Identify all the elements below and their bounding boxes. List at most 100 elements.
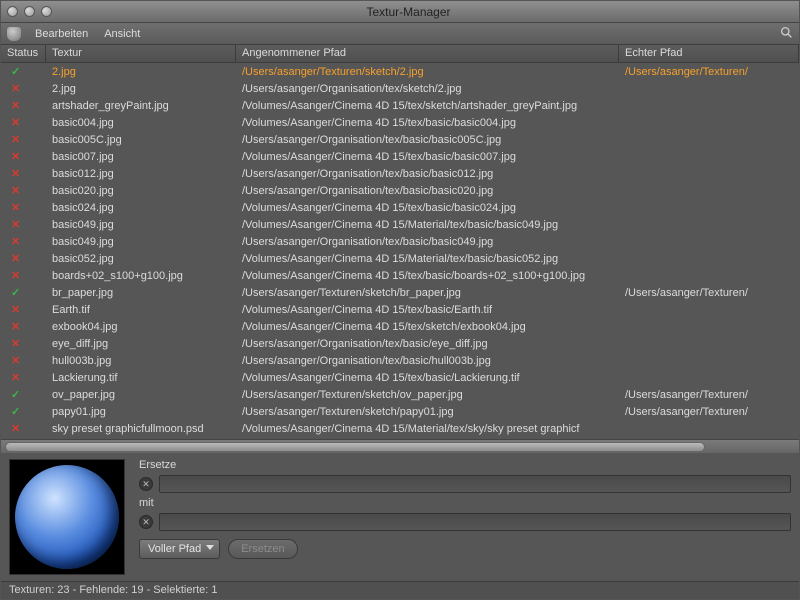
table-row[interactable]: ✕sky preset graphicfullmoon.psd/Volumes/… xyxy=(1,420,799,437)
status-cell: ✕ xyxy=(1,218,46,231)
col-real[interactable]: Echter Pfad xyxy=(619,45,799,62)
status-cell: ✕ xyxy=(1,116,46,129)
col-assumed[interactable]: Angenommener Pfad xyxy=(236,45,619,62)
table-row[interactable]: ✕basic007.jpg/Volumes/Asanger/Cinema 4D … xyxy=(1,148,799,165)
table-row[interactable]: ✕Lackierung.tif/Volumes/Asanger/Cinema 4… xyxy=(1,369,799,386)
texture-cell: basic004.jpg xyxy=(46,117,236,129)
status-cell: ✕ xyxy=(1,269,46,282)
cross-icon: ✕ xyxy=(11,150,20,163)
status-cell: ✕ xyxy=(1,422,46,435)
assumed-path-cell: /Volumes/Asanger/Cinema 4D 15/Material/t… xyxy=(236,423,619,435)
table-header: Status Textur Angenommener Pfad Echter P… xyxy=(1,45,799,63)
cross-icon: ✕ xyxy=(11,218,20,231)
status-cell: ✕ xyxy=(1,235,46,248)
assumed-path-cell: /Volumes/Asanger/Cinema 4D 15/tex/basic/… xyxy=(236,304,619,316)
table-row[interactable]: ✕basic012.jpg/Users/asanger/Organisation… xyxy=(1,165,799,182)
scrollbar-thumb[interactable] xyxy=(5,442,705,452)
assumed-path-cell: /Users/asanger/Organisation/tex/basic/ba… xyxy=(236,236,619,248)
path-mode-value: Voller Pfad xyxy=(148,543,201,555)
menu-edit[interactable]: Bearbeiten xyxy=(27,23,96,45)
table-row[interactable]: ✓ov_paper.jpg/Users/asanger/Texturen/ske… xyxy=(1,386,799,403)
status-cell: ✕ xyxy=(1,201,46,214)
replace-button[interactable]: Ersetzen xyxy=(228,539,297,559)
cross-icon: ✕ xyxy=(11,99,20,112)
assumed-path-cell: /Volumes/Asanger/Cinema 4D 15/tex/sketch… xyxy=(236,100,619,112)
check-icon: ✓ xyxy=(11,65,20,78)
cross-icon: ✕ xyxy=(11,82,20,95)
status-cell: ✕ xyxy=(1,167,46,180)
horizontal-scrollbar[interactable] xyxy=(1,439,799,453)
assumed-path-cell: /Users/asanger/Texturen/sketch/2.jpg xyxy=(236,66,619,78)
table-row[interactable]: ✕basic020.jpg/Users/asanger/Organisation… xyxy=(1,182,799,199)
assumed-path-cell: /Volumes/Asanger/Cinema 4D 15/tex/sketch… xyxy=(236,321,619,333)
status-cell: ✕ xyxy=(1,354,46,367)
check-icon: ✓ xyxy=(11,388,20,401)
assumed-path-cell: /Users/asanger/Texturen/sketch/ov_paper.… xyxy=(236,389,619,401)
real-path-cell: /Users/asanger/Texturen/ xyxy=(619,389,799,401)
cross-icon: ✕ xyxy=(11,320,20,333)
window: Textur-Manager Bearbeiten Ansicht Status… xyxy=(0,0,800,600)
table-row[interactable]: ✕basic024.jpg/Volumes/Asanger/Cinema 4D … xyxy=(1,199,799,216)
real-path-cell: /Users/asanger/Texturen/ xyxy=(619,66,799,78)
close-icon[interactable] xyxy=(7,6,18,17)
assumed-path-cell: /Users/asanger/Organisation/tex/basic/ba… xyxy=(236,185,619,197)
table-row[interactable]: ✕basic004.jpg/Volumes/Asanger/Cinema 4D … xyxy=(1,114,799,131)
cross-icon: ✕ xyxy=(11,303,20,316)
table-row[interactable]: ✕basic005C.jpg/Users/asanger/Organisatio… xyxy=(1,131,799,148)
menu-view[interactable]: Ansicht xyxy=(96,23,148,45)
path-mode-select[interactable]: Voller Pfad xyxy=(139,539,220,559)
texture-cell: sky preset graphicfullmoon.psd xyxy=(46,423,236,435)
replace-fields: Ersetze ✕ mit ✕ Voller Pfad Ersetzen xyxy=(139,459,791,559)
status-cell: ✕ xyxy=(1,252,46,265)
texture-cell: basic012.jpg xyxy=(46,168,236,180)
table-row[interactable]: ✕hull003b.jpg/Users/asanger/Organisation… xyxy=(1,352,799,369)
table-row[interactable]: ✕boards+02_s100+g100.jpg/Volumes/Asanger… xyxy=(1,267,799,284)
real-path-cell: /Users/asanger/Texturen/ xyxy=(619,287,799,299)
with-input[interactable] xyxy=(159,513,791,531)
texture-cell: exbook04.jpg xyxy=(46,321,236,333)
table-row[interactable]: ✓2.jpg/Users/asanger/Texturen/sketch/2.j… xyxy=(1,63,799,80)
bottom-panel: Ersetze ✕ mit ✕ Voller Pfad Ersetzen xyxy=(1,453,799,581)
texture-cell: artshader_greyPaint.jpg xyxy=(46,100,236,112)
table-body[interactable]: ✓2.jpg/Users/asanger/Texturen/sketch/2.j… xyxy=(1,63,799,439)
table-row[interactable]: ✕eye_diff.jpg/Users/asanger/Organisation… xyxy=(1,335,799,352)
assumed-path-cell: /Volumes/Asanger/Cinema 4D 15/Material/t… xyxy=(236,219,619,231)
texture-cell: basic049.jpg xyxy=(46,236,236,248)
table-row[interactable]: ✕ Earth.tif/Volumes/Asanger/Cinema 4D 15/… xyxy=(1,301,799,318)
assumed-path-cell: /Users/asanger/Organisation/tex/basic/ba… xyxy=(236,134,619,146)
table-row[interactable]: ✕basic052.jpg/Volumes/Asanger/Cinema 4D … xyxy=(1,250,799,267)
window-title: Textur-Manager xyxy=(24,5,793,19)
texture-cell: hull003b.jpg xyxy=(46,355,236,367)
status-bar: Texturen: 23 - Fehlende: 19 - Selektiert… xyxy=(1,581,799,599)
texture-cell: basic007.jpg xyxy=(46,151,236,163)
col-status[interactable]: Status xyxy=(1,45,46,62)
col-texture[interactable]: Textur xyxy=(46,45,236,62)
texture-cell: boards+02_s100+g100.jpg xyxy=(46,270,236,282)
titlebar: Textur-Manager xyxy=(1,1,799,23)
texture-cell: basic049.jpg xyxy=(46,219,236,231)
status-cell: ✕ xyxy=(1,82,46,95)
search-icon[interactable] xyxy=(780,26,793,42)
assumed-path-cell: /Users/asanger/Texturen/sketch/br_paper.… xyxy=(236,287,619,299)
replace-label: Ersetze xyxy=(139,459,791,471)
cross-icon: ✕ xyxy=(11,252,20,265)
table-row[interactable]: ✕basic049.jpg/Users/asanger/Organisation… xyxy=(1,233,799,250)
table-row[interactable]: ✕ basic049.jpg/Volumes/Asanger/Cinema 4D … xyxy=(1,216,799,233)
assumed-path-cell: /Volumes/Asanger/Cinema 4D 15/tex/basic/… xyxy=(236,372,619,384)
assumed-path-cell: /Users/asanger/Organisation/tex/basic/ey… xyxy=(236,338,619,350)
assumed-path-cell: /Users/asanger/Texturen/sketch/papy01.jp… xyxy=(236,406,619,418)
table-row[interactable]: ✓br_paper.jpg/Users/asanger/Texturen/ske… xyxy=(1,284,799,301)
cross-icon: ✕ xyxy=(11,167,20,180)
clear-with-button[interactable]: ✕ xyxy=(139,515,153,529)
table-row[interactable]: ✕2.jpg/Users/asanger/Organisation/tex/sk… xyxy=(1,80,799,97)
status-cell: ✕ xyxy=(1,303,46,316)
replace-input[interactable] xyxy=(159,475,791,493)
table-row[interactable]: ✕ exbook04.jpg/Volumes/Asanger/Cinema 4D … xyxy=(1,318,799,335)
clear-replace-button[interactable]: ✕ xyxy=(139,477,153,491)
table-row[interactable]: ✕ artshader_greyPaint.jpg/Volumes/Asanger… xyxy=(1,97,799,114)
table-row[interactable]: ✓papy01.jpg/Users/asanger/Texturen/sketc… xyxy=(1,403,799,420)
texture-cell: basic052.jpg xyxy=(46,253,236,265)
status-cell: ✕ xyxy=(1,99,46,112)
texture-cell: Earth.tif xyxy=(46,304,236,316)
cross-icon: ✕ xyxy=(11,201,20,214)
